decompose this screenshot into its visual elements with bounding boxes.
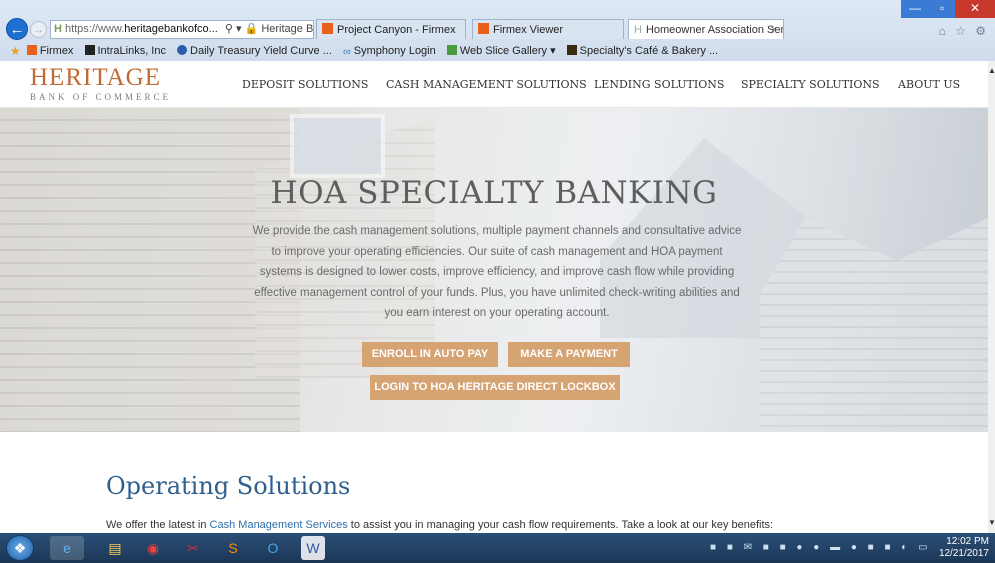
address-bar[interactable]: Hhttps://www.heritagebankofco... ⚲ ▾ 🔒 H… bbox=[50, 20, 314, 39]
url-domain: heritagebankofco... bbox=[124, 23, 218, 35]
page-scrollbar[interactable] bbox=[988, 61, 995, 533]
cafe-icon bbox=[566, 45, 577, 55]
outlook-icon[interactable]: O bbox=[256, 536, 290, 560]
tab-project-canyon[interactable]: Project Canyon - Firmex bbox=[316, 19, 466, 39]
logo-title: HERITAGE bbox=[30, 64, 161, 91]
section-text-after: to assist you in managing your cash flow… bbox=[347, 519, 774, 531]
tab-label: Project Canyon - Firmex bbox=[337, 24, 456, 36]
tab-homeowner-association[interactable]: H Homeowner Association Ser... × bbox=[628, 19, 784, 39]
tab-label: Homeowner Association Ser... bbox=[645, 24, 784, 36]
make-payment-button[interactable]: MAKE A PAYMENT bbox=[508, 342, 630, 367]
cash-management-link[interactable]: Cash Management Services bbox=[210, 519, 348, 531]
nav-specialty-solutions[interactable]: SPECIALTY SOLUTIONS bbox=[741, 78, 880, 91]
site-favicon-icon: H bbox=[54, 23, 62, 35]
chrome-icon[interactable]: ◉ bbox=[136, 536, 170, 560]
favorite-label: IntraLinks, Inc bbox=[97, 45, 166, 57]
section-text: We offer the latest in Cash Management S… bbox=[106, 519, 773, 531]
favorite-symphony[interactable]: ∞ Symphony Login bbox=[342, 45, 436, 58]
start-button[interactable]: ❖ bbox=[6, 535, 34, 561]
logo-subtitle: BANK OF COMMERCE bbox=[30, 92, 172, 102]
file-explorer-icon[interactable]: ▤ bbox=[98, 536, 132, 560]
nav-about-us[interactable]: ABOUT US bbox=[898, 78, 960, 91]
favorite-label: Daily Treasury Yield Curve ... bbox=[190, 45, 332, 57]
favorite-label: Specialty's Café & Bakery ... bbox=[579, 45, 719, 57]
tab-label: Firmex Viewer bbox=[493, 24, 564, 36]
browser-chrome: ← → Hhttps://www.heritagebankofco... ⚲ ▾… bbox=[0, 0, 995, 61]
clock-time: 12:02 PM bbox=[946, 536, 989, 547]
enroll-auto-pay-button[interactable]: ENROLL IN AUTO PAY bbox=[362, 342, 498, 367]
section-title: Operating Solutions bbox=[106, 472, 351, 500]
favorite-label: Web Slice Gallery ▾ bbox=[459, 45, 556, 57]
symphony-icon: ∞ bbox=[342, 46, 351, 58]
clock[interactable]: 12:02 PM 12/21/2017 bbox=[939, 536, 989, 560]
word-icon[interactable]: W bbox=[301, 536, 325, 560]
clock-date: 12/21/2017 bbox=[938, 548, 989, 559]
favorite-firmex[interactable]: Firmex bbox=[26, 45, 74, 57]
windows-taskbar: ❖ e ▤ ◉ ✂ S O W ■ ■ ✉ ■ ■ ● ● ▬ ● ■ ■ ◐ … bbox=[0, 533, 995, 563]
window-buttons: — ▫ ✕ bbox=[901, 0, 995, 18]
favorite-intralinks[interactable]: IntraLinks, Inc bbox=[84, 45, 166, 57]
lockbox-login-button[interactable]: LOGIN TO HOA HERITAGE DIRECT LOCKBOX bbox=[370, 375, 620, 400]
favorite-treasury[interactable]: Daily Treasury Yield Curve ... bbox=[177, 45, 332, 57]
treasury-icon bbox=[177, 45, 188, 55]
nav-deposit-solutions[interactable]: DEPOSIT SOLUTIONS bbox=[242, 78, 368, 91]
forward-button[interactable]: → bbox=[30, 21, 47, 38]
favorites-star-icon[interactable]: ★ bbox=[10, 41, 21, 58]
url-prefix: https://www. bbox=[64, 23, 125, 35]
sublime-icon[interactable]: S bbox=[216, 536, 250, 560]
address-bar-icons[interactable]: ⚲ ▾ 🔒 Heritage Ba... ↻ bbox=[225, 23, 313, 35]
heritage-logo[interactable]: HERITAGE BANK OF COMMERCE bbox=[30, 65, 180, 103]
hero-title: HOA SPECIALTY BANKING bbox=[270, 175, 718, 211]
close-window-button[interactable]: ✕ bbox=[955, 0, 995, 18]
internet-explorer-icon[interactable]: e bbox=[50, 536, 84, 560]
tab-firmex-viewer[interactable]: Firmex Viewer bbox=[472, 19, 624, 39]
operating-solutions-section: Operating Solutions We offer the latest … bbox=[0, 432, 988, 533]
site-header: HERITAGE BANK OF COMMERCE DEPOSIT SOLUTI… bbox=[0, 61, 988, 108]
firmex-icon bbox=[322, 23, 333, 34]
site-favicon-icon: H bbox=[634, 24, 642, 36]
nav-cash-management-solutions[interactable]: CASH MANAGEMENT SOLUTIONS bbox=[386, 78, 587, 91]
web-slice-icon bbox=[446, 45, 457, 55]
back-button[interactable]: ← bbox=[6, 18, 28, 40]
minimize-button[interactable]: — bbox=[901, 0, 929, 18]
firmex-icon bbox=[26, 45, 37, 55]
section-text-before: We offer the latest in bbox=[106, 519, 210, 531]
firmex-icon bbox=[478, 23, 489, 34]
nav-lending-solutions[interactable]: LENDING SOLUTIONS bbox=[594, 78, 724, 91]
scroll-down-icon[interactable]: ▼ bbox=[988, 518, 995, 527]
intralinks-icon bbox=[84, 45, 95, 55]
home-favorites-settings-icons[interactable]: ⌂ ☆ ⚙ bbox=[939, 24, 989, 38]
snipping-tool-icon[interactable]: ✂ bbox=[176, 536, 210, 560]
hero-description: We provide the cash management solutions… bbox=[252, 225, 742, 319]
favorites-bar: ★ Firmex IntraLinks, Inc Daily Treasury … bbox=[0, 41, 995, 61]
favorite-label: Symphony Login bbox=[353, 45, 436, 57]
scroll-up-icon[interactable]: ▲ bbox=[988, 66, 995, 75]
system-tray-icons[interactable]: ■ ■ ✉ ■ ■ ● ● ▬ ● ■ ■ ◐ ▭ bbox=[710, 542, 932, 553]
hero-banner: HOA SPECIALTY BANKING We provide the cas… bbox=[0, 108, 988, 432]
maximize-button[interactable]: ▫ bbox=[929, 0, 955, 18]
tab-row: ← → Hhttps://www.heritagebankofco... ⚲ ▾… bbox=[0, 0, 995, 41]
favorite-label: Firmex bbox=[39, 45, 74, 57]
favorite-cafe[interactable]: Specialty's Café & Bakery ... bbox=[566, 45, 719, 57]
favorite-web-slice[interactable]: Web Slice Gallery ▾ bbox=[446, 45, 556, 57]
close-tab-icon[interactable]: × bbox=[771, 20, 777, 39]
